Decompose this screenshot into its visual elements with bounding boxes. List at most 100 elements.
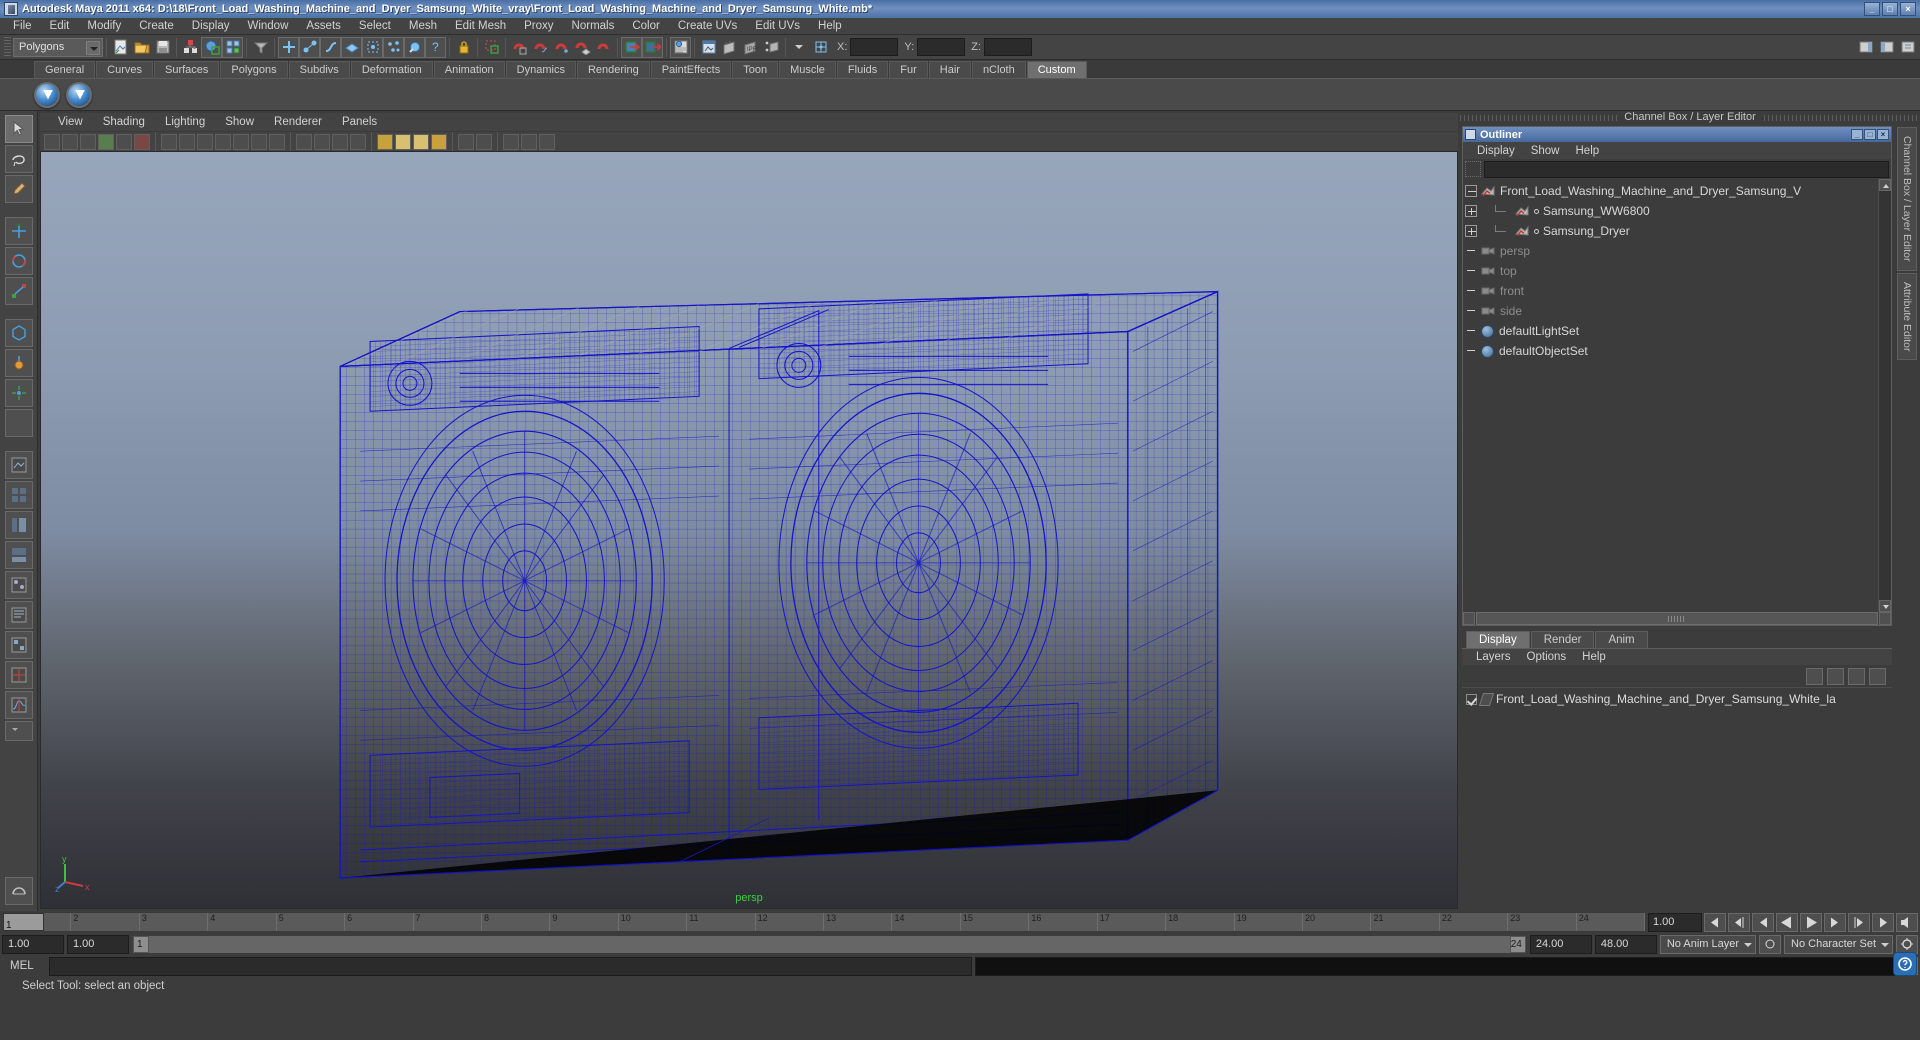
layer-editor-tab-anim[interactable]: Anim <box>1595 631 1648 648</box>
go-to-start-button[interactable] <box>1704 912 1726 932</box>
create-empty-layer-icon[interactable] <box>1848 667 1865 685</box>
outliner-menu-show[interactable]: Show <box>1523 145 1568 157</box>
gamma-icon[interactable] <box>521 133 537 150</box>
collapse-minus-icon[interactable] <box>1465 185 1477 197</box>
time-tick[interactable]: 8 <box>482 913 551 931</box>
expand-plus-icon[interactable] <box>1465 225 1477 237</box>
camera-attributes-icon[interactable] <box>80 133 96 150</box>
exposure-icon[interactable] <box>503 133 519 150</box>
time-tick[interactable]: 18 <box>1166 913 1235 931</box>
outliner-row[interactable]: side <box>1463 301 1878 321</box>
layer-editor-menu-layers[interactable]: Layers <box>1468 651 1519 663</box>
vertical-tab-attribute-editor[interactable]: Attribute Editor <box>1897 272 1917 360</box>
toolbar-grip[interactable] <box>4 37 11 57</box>
shadows-icon[interactable] <box>431 133 447 150</box>
shelf-tab-subdivs[interactable]: Subdivs <box>288 61 350 78</box>
scroll-thumb[interactable] <box>1476 612 1878 625</box>
select-by-hierarchy-icon[interactable] <box>180 37 201 58</box>
image-plane-icon[interactable] <box>116 133 132 150</box>
auto-keyframe-toggle[interactable] <box>1759 934 1782 954</box>
snap-to-view-planes-icon[interactable] <box>572 37 593 58</box>
time-tick[interactable]: 22 <box>1440 913 1509 931</box>
scroll-up-icon[interactable] <box>1879 179 1891 191</box>
select-dynamics-icon[interactable] <box>383 36 404 58</box>
layer-visibility-checkbox[interactable] <box>1466 693 1477 705</box>
select-deformers-icon[interactable] <box>362 36 383 58</box>
select-by-component-type-icon[interactable] <box>222 36 243 58</box>
shelf-tab-toon[interactable]: Toon <box>732 61 779 78</box>
snap-to-grids-icon[interactable] <box>509 37 530 58</box>
wireframe-shading-icon[interactable] <box>296 133 312 150</box>
lock-camera-icon[interactable] <box>62 133 78 150</box>
command-language-label[interactable]: MEL <box>2 960 46 972</box>
time-tick[interactable]: 12 <box>756 913 825 931</box>
select-rendering-icon[interactable] <box>404 36 425 58</box>
time-tick[interactable]: 3 <box>140 913 209 931</box>
outliner-row[interactable]: Front_Load_Washing_Machine_and_Dryer_Sam… <box>1463 181 1878 201</box>
layer-row[interactable]: Front_Load_Washing_Machine_and_Dryer_Sam… <box>1462 690 1892 708</box>
ipr-render-icon[interactable] <box>719 37 740 58</box>
safe-action-icon[interactable] <box>251 133 267 150</box>
shelf-tab-custom[interactable]: Custom <box>1026 61 1087 78</box>
shelf-tab-painteffects[interactable]: PaintEffects <box>650 61 732 78</box>
viewport-menu-panels[interactable]: Panels <box>332 116 387 128</box>
select-surfaces-icon[interactable] <box>341 36 362 58</box>
select-filter-icon[interactable] <box>250 37 271 58</box>
time-tick[interactable]: 24 <box>1577 913 1645 931</box>
render-view-icon[interactable] <box>698 37 719 58</box>
time-tick[interactable]: 5 <box>277 913 346 931</box>
animation-preferences-button[interactable] <box>1896 934 1918 954</box>
time-tick[interactable]: 16 <box>1029 913 1098 931</box>
bookmark-icon[interactable] <box>98 133 114 150</box>
batch-render-icon[interactable]: IPR <box>740 37 761 58</box>
select-curves-icon[interactable] <box>320 36 341 58</box>
play-forwards-button[interactable] <box>1800 912 1822 932</box>
play-backwards-button[interactable] <box>1776 912 1798 932</box>
time-tick[interactable]: 11 <box>687 913 756 931</box>
time-tick[interactable]: 4 <box>208 913 277 931</box>
outliner-row[interactable]: front <box>1463 281 1878 301</box>
gate-mask-icon[interactable] <box>215 133 231 150</box>
menu-item-create-uvs[interactable]: Create UVs <box>669 18 746 35</box>
layer-display-mode-icon[interactable] <box>1806 667 1823 685</box>
menu-item-proxy[interactable]: Proxy <box>515 18 562 35</box>
time-tick[interactable]: 21 <box>1371 913 1440 931</box>
outliner-minimize-button[interactable]: _ <box>1851 129 1863 140</box>
relationship-editor-layout-icon[interactable] <box>4 631 33 659</box>
go-to-end-button[interactable] <box>1872 912 1894 932</box>
time-tick[interactable]: 9 <box>550 913 619 931</box>
close-button[interactable]: × <box>1900 2 1916 16</box>
range-bar[interactable]: 1 24 <box>132 934 1527 954</box>
layer-editor-tab-render[interactable]: Render <box>1530 631 1595 648</box>
vray-check-icon-1[interactable] <box>34 81 60 108</box>
viewport-menu-lighting[interactable]: Lighting <box>155 116 215 128</box>
playback-start-time-field[interactable]: 1.00 <box>67 934 129 954</box>
persp-graph-layout-icon[interactable] <box>4 541 33 569</box>
viewport-menu-renderer[interactable]: Renderer <box>264 116 332 128</box>
outliner-tree[interactable]: Front_Load_Washing_Machine_and_Dryer_Sam… <box>1463 179 1891 612</box>
save-scene-icon[interactable] <box>152 37 173 58</box>
single-perspective-layout-icon[interactable] <box>4 451 33 479</box>
expand-plus-icon[interactable] <box>1465 205 1477 217</box>
time-tick[interactable]: 6 <box>345 913 414 931</box>
view-transform-icon[interactable] <box>539 133 555 150</box>
input-line-mode-icon[interactable] <box>789 37 810 58</box>
scroll-right-icon[interactable] <box>1879 612 1891 625</box>
outliner-row[interactable]: top <box>1463 261 1878 281</box>
animation-end-time-field[interactable]: 48.00 <box>1594 934 1657 954</box>
outliner-row[interactable]: persp <box>1463 241 1878 261</box>
no-live-surface-icon[interactable] <box>4 877 33 905</box>
scroll-left-icon[interactable] <box>1463 612 1475 625</box>
shelf-tab-muscle[interactable]: Muscle <box>779 61 836 78</box>
anim-layer-selector[interactable]: No Anim Layer <box>1659 934 1757 954</box>
open-scene-icon[interactable] <box>131 37 152 58</box>
absolute-transform-icon[interactable] <box>810 37 831 58</box>
wireframe-on-shaded-icon[interactable] <box>350 133 366 150</box>
outliner-horizontal-scrollbar[interactable] <box>1463 612 1891 625</box>
outliner-row[interactable]: defaultObjectSet <box>1463 341 1878 361</box>
menu-item-mesh[interactable]: Mesh <box>400 18 446 35</box>
time-tick[interactable]: 14 <box>892 913 961 931</box>
outliner-menu-display[interactable]: Display <box>1469 145 1523 157</box>
layer-editor-tab-display[interactable]: Display <box>1466 631 1530 648</box>
four-view-layout-icon[interactable] <box>4 481 33 509</box>
